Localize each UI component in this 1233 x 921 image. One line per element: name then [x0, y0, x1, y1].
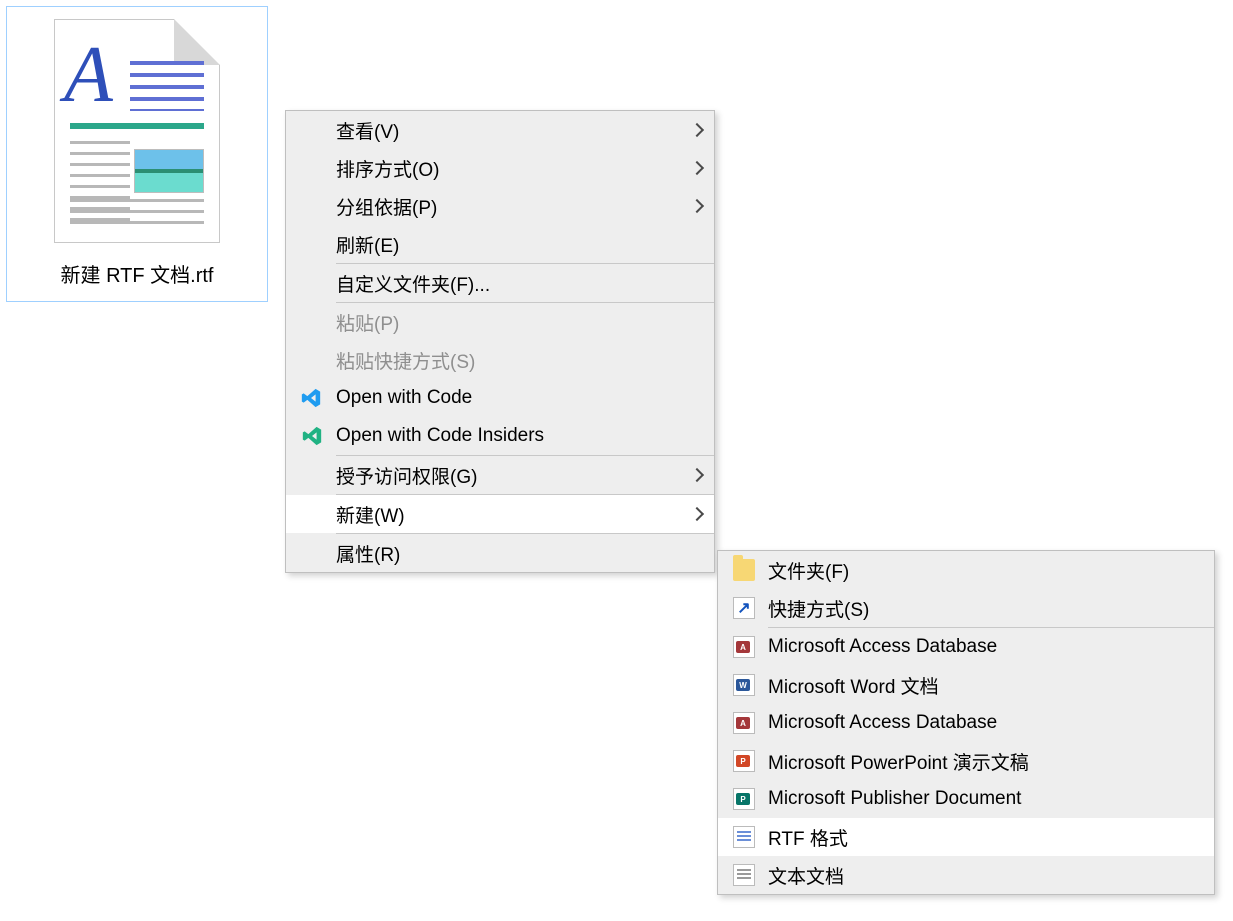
menu-customize-folder[interactable]: 自定义文件夹(F)... [286, 264, 714, 302]
vscode-icon [300, 387, 322, 409]
word-icon: W [732, 673, 756, 697]
menu-label: Microsoft Access Database [768, 712, 997, 734]
menu-label: 文件夹(F) [768, 557, 849, 584]
file-name-label: 新建 RTF 文档.rtf [61, 259, 214, 288]
menu-group[interactable]: 分组依据(P) [286, 187, 714, 225]
menu-label: Open with Code [336, 387, 472, 409]
submenu-shortcut[interactable]: 快捷方式(S) [718, 589, 1214, 627]
submenu-access-database-2[interactable]: A Microsoft Access Database [718, 704, 1214, 742]
menu-label: Microsoft PowerPoint 演示文稿 [768, 748, 1029, 775]
menu-label: 授予访问权限(G) [336, 462, 477, 489]
vscode-insiders-icon [300, 424, 324, 448]
publisher-icon: P [732, 787, 756, 811]
chevron-right-icon [690, 507, 704, 521]
powerpoint-icon: P [732, 749, 756, 773]
menu-label: RTF 格式 [768, 824, 848, 851]
menu-label: Microsoft Access Database [768, 636, 997, 658]
letter-a-glyph: A [64, 47, 113, 103]
context-menu: 查看(V) 排序方式(O) 分组依据(P) 刷新(E) 自定义文件夹(F)...… [285, 110, 715, 573]
menu-open-with-code-insiders[interactable]: Open with Code Insiders [286, 417, 714, 455]
menu-refresh[interactable]: 刷新(E) [286, 225, 714, 263]
menu-label: 快捷方式(S) [768, 595, 869, 622]
shortcut-icon [732, 596, 756, 620]
submenu-folder[interactable]: 文件夹(F) [718, 551, 1214, 589]
chevron-right-icon [690, 199, 704, 213]
rtf-file-icon: A [54, 19, 220, 243]
menu-label: 粘贴快捷方式(S) [336, 347, 475, 374]
submenu-text-document[interactable]: 文本文档 [718, 856, 1214, 894]
menu-label: Microsoft Publisher Document [768, 788, 1021, 810]
menu-label: 文本文档 [768, 862, 844, 889]
menu-sort[interactable]: 排序方式(O) [286, 149, 714, 187]
menu-label: 排序方式(O) [336, 155, 439, 182]
menu-label: 属性(R) [336, 540, 400, 567]
menu-label: 刷新(E) [336, 231, 399, 258]
menu-label: Microsoft Word 文档 [768, 672, 939, 699]
access-icon: A [732, 711, 756, 735]
menu-label: Open with Code Insiders [336, 425, 544, 447]
submenu-access-database[interactable]: A Microsoft Access Database [718, 628, 1214, 666]
chevron-right-icon [690, 161, 704, 175]
submenu-publisher[interactable]: P Microsoft Publisher Document [718, 780, 1214, 818]
menu-label: 新建(W) [336, 501, 405, 528]
menu-label: 自定义文件夹(F)... [336, 270, 490, 297]
chevron-right-icon [690, 123, 704, 137]
submenu-powerpoint[interactable]: P Microsoft PowerPoint 演示文稿 [718, 742, 1214, 780]
submenu-rtf[interactable]: RTF 格式 [718, 818, 1214, 856]
menu-grant-access[interactable]: 授予访问权限(G) [286, 456, 714, 494]
menu-open-with-code[interactable]: Open with Code [286, 379, 714, 417]
menu-label: 分组依据(P) [336, 193, 437, 220]
menu-label: 粘贴(P) [336, 309, 399, 336]
submenu-new: 文件夹(F) 快捷方式(S) A Microsoft Access Databa… [717, 550, 1215, 895]
chevron-right-icon [690, 468, 704, 482]
menu-paste: 粘贴(P) [286, 303, 714, 341]
menu-label: 查看(V) [336, 117, 399, 144]
menu-properties[interactable]: 属性(R) [286, 534, 714, 572]
rtf-icon [732, 825, 756, 849]
submenu-word-document[interactable]: W Microsoft Word 文档 [718, 666, 1214, 704]
folder-icon [732, 558, 756, 582]
menu-new[interactable]: 新建(W) [286, 495, 714, 533]
text-icon [732, 863, 756, 887]
menu-paste-shortcut: 粘贴快捷方式(S) [286, 341, 714, 379]
file-item[interactable]: A 新建 RTF 文档.rtf [6, 6, 268, 302]
menu-view[interactable]: 查看(V) [286, 111, 714, 149]
access-icon: A [732, 635, 756, 659]
